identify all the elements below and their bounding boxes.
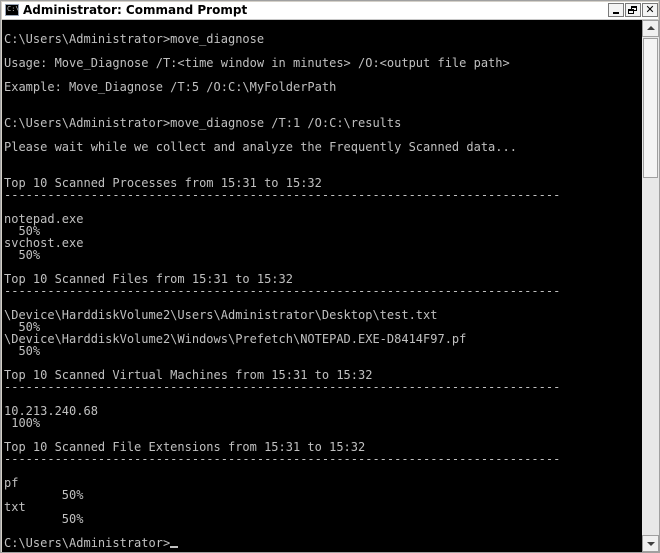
console-line: ----------------------------------------… <box>4 380 561 394</box>
close-button[interactable]: ✕ <box>642 3 658 17</box>
console-line: ----------------------------------------… <box>4 452 561 466</box>
arrow-down-icon <box>647 542 655 546</box>
console-line: C:\Users\Administrator>move_diagnose <box>4 32 265 46</box>
scroll-down-button[interactable] <box>642 535 659 552</box>
minimize-icon <box>613 12 619 14</box>
command-prompt-icon[interactable]: C:\ <box>5 4 20 16</box>
console-line: 50% <box>4 512 84 526</box>
console-prompt: C:\Users\Administrator> <box>4 536 171 550</box>
console-prompt-line[interactable]: C:\Users\Administrator> <box>4 536 179 550</box>
title-bar[interactable]: C:\ Administrator: Command Prompt ✕ <box>2 2 658 20</box>
window-title: Administrator: Command Prompt <box>23 3 248 17</box>
console-line: Please wait while we collect and analyze… <box>4 140 517 154</box>
vertical-scrollbar[interactable] <box>642 20 659 552</box>
console-line: \Device\HarddiskVolume2\Windows\Prefetch… <box>4 332 467 346</box>
command-prompt-icon-glyph: C:\ <box>7 5 20 13</box>
console-line: 50% <box>4 344 41 358</box>
console-line: ----------------------------------------… <box>4 284 561 298</box>
restore-button[interactable] <box>625 3 641 17</box>
scroll-up-button[interactable] <box>642 20 659 37</box>
console-line: 100% <box>4 416 41 430</box>
console-line: ----------------------------------------… <box>4 188 561 202</box>
scrollbar-thumb[interactable] <box>643 38 658 178</box>
console-output[interactable]: C:\Users\Administrator>move_diagnose Usa… <box>2 20 642 552</box>
arrow-up-icon <box>647 26 655 30</box>
console-line: Usage: Move_Diagnose /T:<time window in … <box>4 56 510 70</box>
minimize-button[interactable] <box>608 3 624 17</box>
console-line: Example: Move_Diagnose /T:5 /O:C:\MyFold… <box>4 80 337 94</box>
console-line: C:\Users\Administrator>move_diagnose /T:… <box>4 116 402 130</box>
text-cursor <box>170 546 179 548</box>
console-line: \Device\HarddiskVolume2\Users\Administra… <box>4 308 438 322</box>
close-icon: ✕ <box>645 3 655 16</box>
command-prompt-window: C:\ Administrator: Command Prompt ✕ C:\U… <box>0 0 660 553</box>
console-line: 50% <box>4 248 41 262</box>
